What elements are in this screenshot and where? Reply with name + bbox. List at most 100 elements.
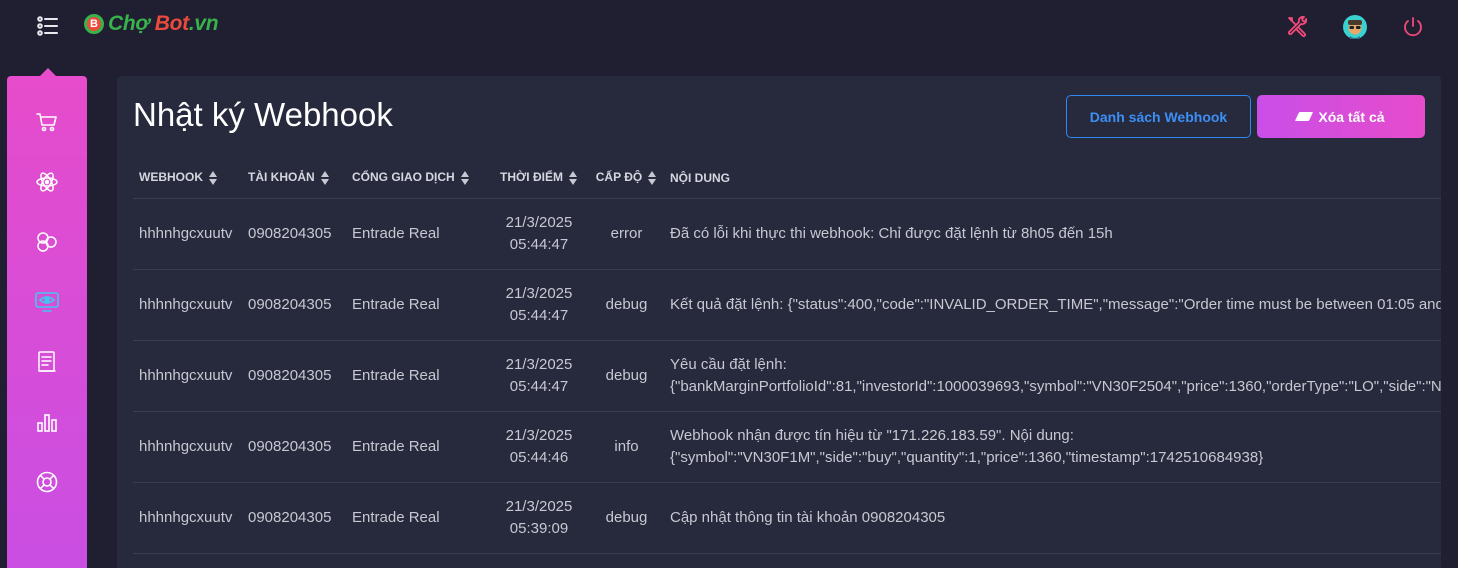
- cell-account: 0908204305: [242, 269, 346, 341]
- sidebar-item-monitor[interactable]: [33, 288, 61, 316]
- cell-time: 21/3/2025 05:39:09: [489, 482, 589, 554]
- cell-account: 0908204305: [242, 482, 346, 554]
- sort-icon[interactable]: [460, 171, 470, 186]
- menu-list-icon[interactable]: [36, 14, 60, 38]
- cell-gateway: Entrade Real: [346, 198, 489, 270]
- column-header-gateway-label: CỔNG GIAO DỊCH: [352, 170, 455, 185]
- cell-webhook: hhhnhgcxuutv: [133, 198, 242, 270]
- cell-clock: 05:39:09: [509, 519, 569, 537]
- cell-webhook: hhhnhgcxuutv: [133, 411, 242, 483]
- table-row[interactable]: hhhnhgcxuutv 0908204305 Entrade Real 21/…: [133, 482, 1441, 554]
- cell-content: Cập nhật thông tin tài khoản 0908204305: [664, 482, 1441, 554]
- cell-level: debug: [589, 340, 664, 412]
- cell-clock: 05:44:47: [509, 377, 569, 395]
- sidebar: [7, 76, 87, 568]
- clear-all-button[interactable]: Xóa tất cả: [1257, 95, 1425, 138]
- cell-time: 21/3/2025 05:44:47: [489, 340, 589, 412]
- cell-content: Webhook nhận được tín hiệu từ "171.226.1…: [664, 411, 1441, 483]
- cell-date: 21/3/2025: [505, 497, 573, 515]
- sort-icon[interactable]: [209, 171, 218, 186]
- brand-logo[interactable]: B Chợ Bot.vn: [84, 12, 219, 36]
- cell-date: 21/3/2025: [505, 355, 573, 373]
- cell-date: 21/3/2025: [505, 426, 573, 444]
- cell-content-line2: {"bankMarginPortfolioId":81,"investorId"…: [670, 377, 1441, 395]
- cell-content: Kết quả đặt lệnh: {"status":400,"code":"…: [664, 269, 1441, 341]
- hexagons-icon: [37, 232, 57, 252]
- sidebar-item-hexagons[interactable]: [33, 228, 61, 256]
- cell-account: 0908204305: [242, 411, 346, 483]
- column-header-webhook[interactable]: WEBHOOK: [133, 158, 242, 199]
- webhook-log-card: Nhật ký Webhook Danh sách Webhook Xóa tấ…: [117, 76, 1441, 568]
- cell-gateway: Entrade Real: [346, 269, 489, 341]
- cart-icon: [36, 113, 57, 132]
- sidebar-notch: [40, 68, 56, 76]
- document-icon: [38, 351, 56, 372]
- cell-date: 21/3/2025: [505, 213, 573, 231]
- atom-icon: [36, 172, 58, 192]
- table-row[interactable]: hhhnhgcxuutv 0908204305 Entrade Real 21/…: [133, 340, 1441, 412]
- top-bar: B Chợ Bot.vn: [0, 0, 1458, 54]
- eye-screen-icon: [35, 292, 59, 312]
- webhook-list-button[interactable]: Danh sách Webhook: [1066, 95, 1251, 138]
- sidebar-item-support[interactable]: [33, 468, 61, 496]
- sidebar-item-statistics[interactable]: [33, 408, 61, 436]
- tools-icon[interactable]: [1284, 13, 1312, 41]
- cell-date: 21/3/2025: [505, 284, 573, 302]
- cell-content-line1: Đã có lỗi khi thực thi webhook: Chỉ được…: [670, 224, 1113, 242]
- cell-level: debug: [589, 269, 664, 341]
- cell-time: 21/3/2025 05:44:46: [489, 411, 589, 483]
- cell-webhook: hhhnhgcxuutv: [133, 340, 242, 412]
- sidebar-item-cart[interactable]: [33, 108, 61, 136]
- cell-content: Yêu cầu đặt lệnh: {"bankMarginPortfolioId…: [664, 340, 1441, 412]
- cell-clock: 05:44:47: [509, 235, 569, 253]
- cell-webhook: hhhnhgcxuutv: [133, 482, 242, 554]
- sidebar-item-documents[interactable]: [33, 348, 61, 376]
- lifebuoy-icon: [36, 471, 58, 493]
- column-header-account[interactable]: TÀI KHOẢN: [242, 158, 346, 199]
- page-title: Nhật ký Webhook: [133, 96, 393, 133]
- column-header-content-label: NỘI DUNG: [670, 170, 730, 185]
- eraser-icon: [1295, 112, 1314, 121]
- cell-webhook: hhhnhgcxuutv: [133, 269, 242, 341]
- cell-content-line2: {"symbol":"VN30F1M","side":"buy","quanti…: [670, 448, 1264, 466]
- cell-content-line1: Cập nhật thông tin tài khoản 0908204305: [670, 508, 946, 526]
- cell-content-line1: Yêu cầu đặt lệnh:: [670, 355, 787, 373]
- cell-clock: 05:44:46: [509, 448, 569, 466]
- column-header-time-label: THỜI ĐIỂM: [500, 170, 563, 185]
- table-row[interactable]: hhhnhgcxuutv 0908204305 Entrade Real 21/…: [133, 269, 1441, 341]
- column-header-gateway[interactable]: CỔNG GIAO DỊCH: [346, 158, 489, 199]
- table-row[interactable]: hhhnhgcxuutv 0908204305 Entrade Real 21/…: [133, 198, 1441, 270]
- sidebar-item-atom[interactable]: [33, 168, 61, 196]
- cell-time: 21/3/2025 05:44:47: [489, 269, 589, 341]
- cell-content: Đã có lỗi khi thực thi webhook: Chỉ được…: [664, 198, 1441, 270]
- table-header-row: WEBHOOK TÀI KHOẢN CỔNG GIAO DỊCH THỜI ĐI…: [133, 158, 1441, 199]
- brand-name-part3: .vn: [188, 12, 219, 35]
- column-header-account-label: TÀI KHOẢN: [248, 170, 315, 185]
- cell-level: debug: [589, 482, 664, 554]
- sort-icon[interactable]: [648, 171, 657, 186]
- bar-chart-icon: [37, 414, 57, 432]
- brand-badge-icon: B: [84, 14, 104, 34]
- column-header-content: NỘI DUNG: [664, 158, 1441, 199]
- brand-name-part2: Bot: [154, 12, 189, 35]
- cell-level: info: [589, 411, 664, 483]
- cell-time: 21/3/2025 05:44:47: [489, 198, 589, 270]
- user-avatar-icon[interactable]: [1341, 13, 1369, 41]
- column-header-level[interactable]: CẤP ĐỘ: [589, 158, 664, 199]
- sort-icon[interactable]: [568, 171, 578, 186]
- power-icon[interactable]: [1399, 13, 1427, 41]
- brand-name: Chợ Bot.vn: [108, 12, 219, 36]
- cell-gateway: Entrade Real: [346, 340, 489, 412]
- cell-clock: 05:44:47: [509, 306, 569, 324]
- column-header-time[interactable]: THỜI ĐIỂM: [489, 158, 589, 199]
- sort-icon[interactable]: [320, 171, 330, 186]
- clear-all-label: Xóa tất cả: [1318, 108, 1385, 125]
- table-row[interactable]: hhhnhgcxuutv 0908204305 Entrade Real 21/…: [133, 411, 1441, 483]
- column-header-webhook-label: WEBHOOK: [139, 170, 203, 185]
- column-header-level-label: CẤP ĐỘ: [595, 170, 643, 185]
- webhook-log-table: WEBHOOK TÀI KHOẢN CỔNG GIAO DỊCH THỜI ĐI…: [133, 158, 1441, 554]
- cell-account: 0908204305: [242, 340, 346, 412]
- cell-content-line1: Webhook nhận được tín hiệu từ "171.226.1…: [670, 426, 1074, 444]
- brand-name-part1: Chợ: [108, 12, 155, 35]
- cell-gateway: Entrade Real: [346, 411, 489, 483]
